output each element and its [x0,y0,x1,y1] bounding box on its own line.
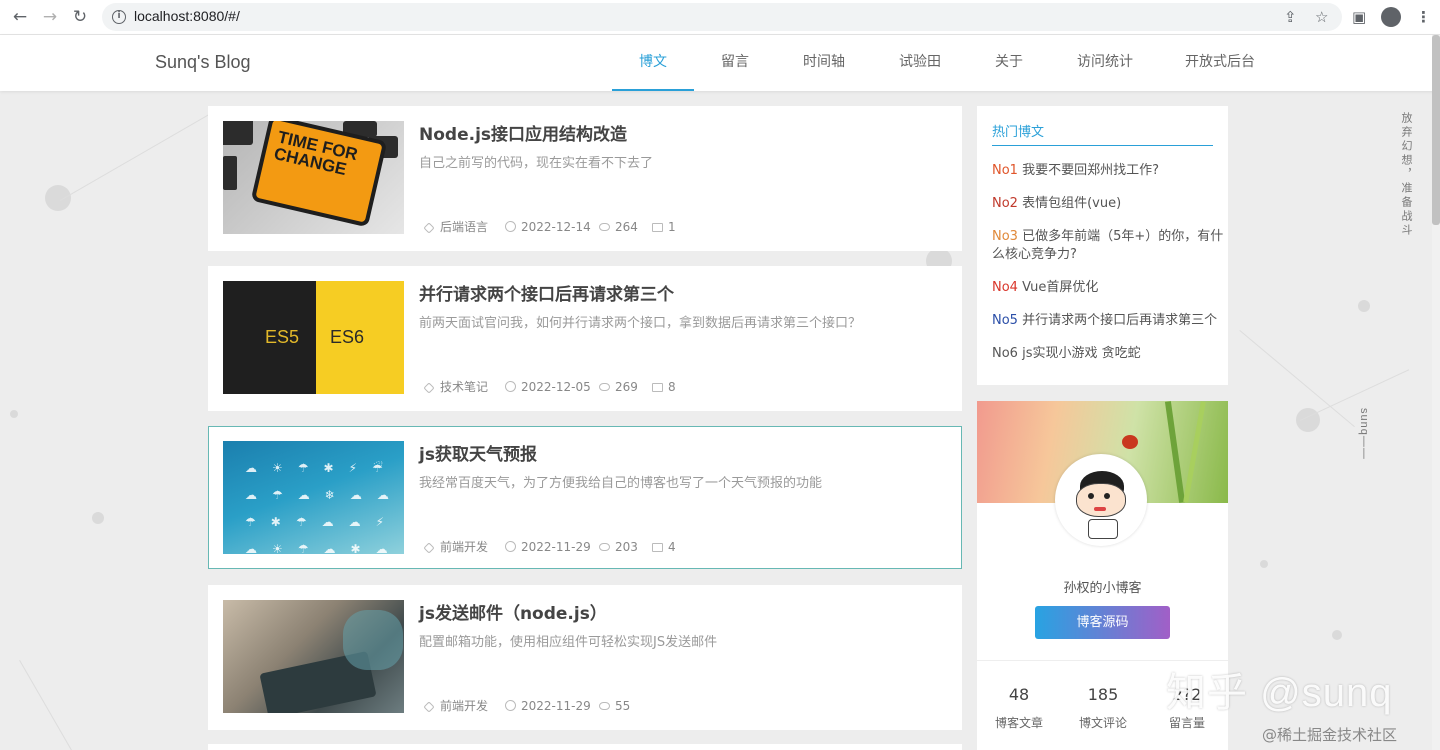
nav-timeline[interactable]: 时间轴 [794,35,854,91]
stat-comments-label: 博文评论 [1078,716,1127,730]
weather-icons: ☁☀☂✱⚡☔ ☁☂☁❄☁☁ ☂✱☂☁☁⚡ ☁☀☂☁✱☁ [245,461,404,554]
article-date: 2022-12-14 [505,219,591,235]
article-card[interactable]: ES5 ES6 并行请求两个接口后再请求第三个 前两天面试官问我，如何并行请求两… [208,266,962,411]
tag-icon [423,542,435,554]
nav-stats[interactable]: 访问统计 [1068,35,1142,91]
article-title[interactable]: js获取天气预报 [419,440,537,465]
hot-post-item[interactable]: No1 我要不要回郑州找工作? [992,162,1224,180]
hot-posts-panel: 热门博文 No1 我要不要回郑州找工作? No2 表情包组件(vue) No3 … [977,106,1228,385]
nav-blog[interactable]: 博文 [612,35,694,91]
forward-icon[interactable]: → [40,7,60,27]
hot-posts-title: 热门博文 [992,125,1045,140]
article-title[interactable]: Node.js接口应用结构改造 [419,120,627,145]
blog-name: 孙权的小博客 [1063,581,1142,596]
clock-icon [505,700,516,711]
article-category[interactable]: 前端开发 [423,698,488,714]
article-summary: 配置邮箱功能，使用相应组件可轻松实现JS发送邮件 [419,635,718,650]
site-logo[interactable]: Sunq's Blog [155,52,251,73]
eye-icon [599,702,610,710]
address-bar[interactable]: i localhost:8080/#/ ⇪ ☆ [102,3,1342,31]
scrollbar-thumb[interactable] [1432,35,1440,225]
article-comments: 4 [652,539,676,555]
source-code-button[interactable]: 博客源码 [1035,606,1170,639]
hot-posts-divider [992,145,1213,146]
stat-posts-count: 48 [1008,685,1030,704]
nav-lab[interactable]: 试验田 [890,35,950,91]
article-summary: 前两天面试官问我，如何并行请求两个接口，拿到数据后再请求第三个接口？ [419,316,862,331]
article-category[interactable]: 技术笔记 [423,379,488,395]
menu-kebab-icon[interactable]: ⋮ [1416,7,1431,27]
eye-icon [599,543,610,551]
article-thumbnail[interactable]: ES5 ES6 [223,281,404,394]
article-thumbnail[interactable] [223,600,404,713]
article-summary: 自己之前写的代码，现在实在看不下去了 [419,156,654,171]
tag-icon [423,222,435,234]
article-card[interactable]: TIME FOR CHANGE Node.js接口应用结构改造 自己之前写的代码… [208,106,962,251]
browser-toolbar: ← → ↻ i localhost:8080/#/ ⇪ ☆ ▣ ⋮ [0,0,1440,35]
comment-icon [652,543,663,552]
zhihu-watermark: 知乎 @sunq [1166,671,1393,715]
eye-icon [599,383,610,391]
article-date: 2022-12-05 [505,379,591,395]
comment-icon [652,223,663,232]
article-card[interactable] [208,744,962,750]
side-signature: sunq—— [1358,408,1370,460]
person-shape [343,610,403,670]
article-comments: 1 [652,219,676,235]
article-views: 55 [599,698,630,714]
clock-icon [505,221,516,232]
side-panel-icon[interactable]: ▣ [1352,7,1366,27]
clock-icon [505,381,516,392]
bookmark-star-icon[interactable]: ☆ [1315,10,1328,25]
stat-comments-count: 185 [1087,685,1119,704]
url-text[interactable]: localhost:8080/#/ [134,8,240,24]
article-title[interactable]: 并行请求两个接口后再请求第三个 [419,280,674,305]
stat-posts-label: 博客文章 [994,716,1043,730]
article-views: 264 [599,219,638,235]
nav-message[interactable]: 留言 [706,35,764,91]
article-category[interactable]: 前端开发 [423,539,488,555]
article-views: 203 [599,539,638,555]
article-date: 2022-11-29 [505,539,591,555]
hot-post-item[interactable]: No2 表情包组件(vue) [992,195,1224,213]
eye-icon [599,223,610,231]
hot-post-item[interactable]: No3 已做多年前端（5年+）的你，有什么核心竞争力? [992,228,1224,264]
site-info-icon[interactable]: i [112,10,126,24]
article-card[interactable]: ☁☀☂✱⚡☔ ☁☂☁❄☁☁ ☂✱☂☁☁⚡ ☁☀☂☁✱☁ js获取天气预报 我经常百度天… [208,426,962,569]
article-category[interactable]: 后端语言 [423,219,488,235]
nav-admin[interactable]: 开放式后台 [1176,35,1264,91]
juejin-watermark: @稀土掘金技术社区 [1262,726,1398,744]
clock-icon [505,541,516,552]
share-icon[interactable]: ⇪ [1284,10,1297,25]
tag-icon [423,701,435,713]
avatar[interactable] [1055,454,1147,546]
es6-label: ES6 [330,327,365,347]
tag-icon [423,382,435,394]
hot-post-item[interactable]: No4 Vue首屏优化 [992,279,1224,297]
page-scrollbar[interactable] [1432,35,1440,750]
reload-icon[interactable]: ↻ [70,7,90,27]
profile-avatar-icon[interactable] [1381,7,1401,27]
es5-label: ES5 [265,327,300,347]
site-header: Sunq's Blog 博文 留言 时间轴 试验田 关于 访问统计 开放式后台 [0,35,1440,91]
side-motto: 放弃幻想，准备战斗 [1400,112,1413,238]
article-card[interactable]: js发送邮件（node.js） 配置邮箱功能，使用相应组件可轻松实现JS发送邮件… [208,585,962,730]
nav-about[interactable]: 关于 [984,35,1034,91]
hot-post-item[interactable]: No5 并行请求两个接口后再请求第三个 [992,312,1224,330]
article-date: 2022-11-29 [505,698,591,714]
article-summary: 我经常百度天气，为了方便我给自己的博客也写了一个天气预报的功能 [419,476,823,491]
article-comments: 8 [652,379,676,395]
back-icon[interactable]: ← [10,7,30,27]
comment-icon [652,383,663,392]
article-thumbnail[interactable]: TIME FOR CHANGE [223,121,404,234]
article-views: 269 [599,379,638,395]
article-title[interactable]: js发送邮件（node.js） [419,599,607,624]
hot-post-item[interactable]: No6 js实现小游戏 贪吃蛇 [992,345,1224,363]
ladybug-shape [1122,435,1138,449]
article-thumbnail[interactable]: ☁☀☂✱⚡☔ ☁☂☁❄☁☁ ☂✱☂☁☁⚡ ☁☀☂☁✱☁ [223,441,404,554]
